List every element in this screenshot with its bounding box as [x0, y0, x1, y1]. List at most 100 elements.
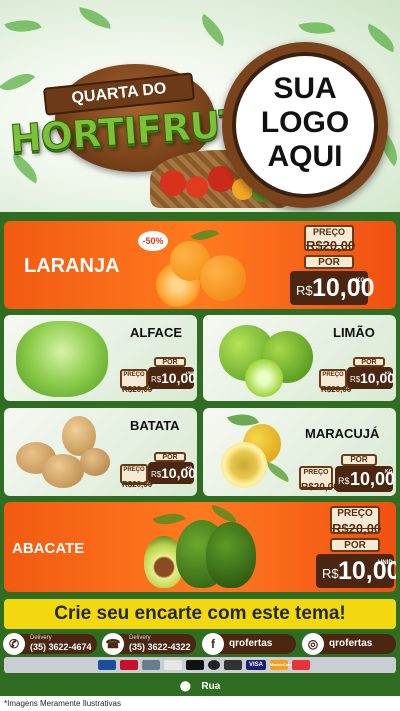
card-icon — [224, 660, 242, 670]
price-tag: R$ 10,00 KG — [347, 367, 395, 389]
currency: R$ — [322, 566, 339, 581]
product-name: LIMÃO — [333, 325, 375, 340]
leaf-decoration — [0, 64, 36, 100]
price-label: PREÇO — [337, 508, 373, 519]
whatsapp-contact[interactable]: ✆ Delivery (35) 3622-4674 — [3, 633, 97, 655]
whatsapp-icon: ✆ — [3, 633, 25, 655]
unit-label: KG — [356, 278, 365, 284]
delivery-label: Delivery — [129, 635, 151, 641]
por-label: POR — [304, 255, 354, 269]
old-price-tag: PREÇO R$20,00 — [299, 466, 339, 493]
product-card-alface[interactable]: ALFACE PREÇO R$20,00 POR R$ 10,00 UNID — [4, 315, 197, 401]
phone-number: (35) 3622-4322 — [129, 642, 191, 652]
price-label: PREÇO — [322, 372, 344, 378]
leaf-decoration — [76, 7, 114, 29]
leaf-decoration — [194, 13, 232, 47]
product-name: ABACATE — [12, 540, 85, 557]
old-price-tag: PREÇO R$20,00 — [120, 369, 152, 394]
delivery-label: Delivery — [30, 635, 52, 641]
apple-icon — [208, 166, 234, 192]
address: ⬤ Rua — [0, 676, 400, 694]
unit-label: UNID — [378, 560, 393, 566]
visa-icon: VISA — [246, 660, 266, 670]
phone-number: (35) 3622-4674 — [30, 642, 92, 652]
old-price: R$20,00 — [306, 238, 356, 253]
por-label: POR — [154, 452, 186, 462]
product-card-batata[interactable]: BATATA PREÇO R$20,00 POR R$ 10,00 KG — [4, 408, 197, 496]
logo-line-2: LOGO — [260, 106, 350, 139]
discount-badge: -50% — [138, 231, 168, 251]
price-tag: R$ 10,00 UNID — [148, 367, 196, 389]
unit-label: KG — [385, 370, 391, 375]
logo-line-3: AQUI — [267, 140, 343, 173]
product-card-laranja[interactable]: LARANJA -50% PREÇO R$20,00 POR R$ 10,00 … — [4, 221, 396, 309]
old-price: R$20,00 — [301, 482, 339, 493]
currency: R$ — [151, 375, 162, 384]
card-icon — [186, 660, 204, 670]
card-icon — [292, 660, 310, 670]
tomato-icon — [186, 176, 208, 198]
disclaimer: *Imagens Meramente Ilustrativas — [0, 696, 400, 711]
card-icon — [98, 660, 116, 670]
phone-icon: ☎ — [102, 633, 124, 655]
logo-line-1: SUA — [273, 72, 337, 105]
unit-label: UNID — [186, 370, 196, 375]
currency: R$ — [151, 470, 162, 479]
product-name: MARACUJÁ — [305, 426, 380, 441]
avocado-icon — [206, 522, 256, 588]
phone-contact[interactable]: ☎ Delivery (35) 3622-4322 — [102, 633, 196, 655]
old-price: R$20,00 — [332, 521, 382, 536]
por-label: POR — [353, 357, 385, 367]
potato-icon — [80, 448, 110, 476]
orange-icon — [200, 255, 246, 301]
product-name: ALFACE — [130, 325, 182, 340]
cta-banner[interactable]: Crie seu encarte com este tema! — [4, 599, 396, 629]
leaf-decoration — [4, 12, 42, 40]
unit-label: KG — [385, 469, 393, 475]
old-price-tag: PREÇO R$20,00 — [120, 464, 152, 489]
header-banner: QUARTA DO HORTIFRUTI SUA LOGO AQUI — [0, 0, 400, 212]
mastercard-icon: MasterCard — [270, 660, 292, 670]
leaf-icon — [263, 461, 293, 483]
address-text: Rua — [201, 681, 221, 692]
currency: R$ — [296, 283, 313, 298]
por-label: POR — [341, 454, 377, 466]
lettuce-icon — [16, 321, 108, 397]
product-card-abacate[interactable]: ABACATE PREÇO R$20,00 POR R$ 10,00 UNID — [4, 502, 396, 592]
passion-fruit-half-icon — [221, 442, 267, 488]
potato-icon — [42, 454, 84, 488]
product-name: LARANJA — [24, 255, 120, 277]
price-tag: R$ 10,00 UNID — [316, 554, 396, 588]
product-card-maracuja[interactable]: MARACUJÁ PREÇO R$20,00 POR R$ 10,00 KG — [203, 408, 396, 496]
por-label: POR — [330, 538, 380, 552]
price-tag: R$ 10,00 KG — [290, 271, 375, 305]
old-price-tag: PREÇO R$20,00 — [304, 225, 356, 253]
por-label: POR — [154, 357, 186, 367]
card-icon — [120, 660, 138, 670]
leaf-decoration — [298, 15, 336, 41]
currency: R$ — [338, 476, 350, 486]
price-tag: R$ 10,00 KG — [148, 462, 196, 484]
lime-slice-icon — [245, 359, 283, 397]
leaf-icon — [208, 504, 240, 524]
old-price-tag: PREÇO R$20,00 — [330, 506, 382, 536]
price-tag: R$ 10,00 KG — [335, 466, 395, 492]
product-card-limao[interactable]: LIMÃO PREÇO R$20,00 POR R$ 10,00 KG — [203, 315, 396, 401]
facebook-icon: f — [202, 633, 224, 655]
unit-label: KG — [186, 465, 192, 470]
price-value: 10,00 — [312, 274, 375, 302]
price-label: PREÇO — [123, 372, 145, 378]
payment-methods-bar: VISA MasterCard — [4, 657, 396, 673]
location-pin-icon: ⬤ — [179, 681, 191, 692]
old-price-tag: PREÇO R$20,00 — [319, 369, 351, 394]
card-icon — [208, 660, 220, 670]
leaf-decoration — [362, 23, 400, 53]
price-label: PREÇO — [312, 227, 345, 237]
facebook-contact[interactable]: f qrofertas — [202, 633, 296, 655]
tomato-icon — [160, 170, 186, 196]
leaf-icon — [152, 506, 186, 532]
instagram-handle: qrofertas — [329, 638, 373, 649]
instagram-contact[interactable]: ◎ qrofertas — [302, 633, 396, 655]
instagram-icon: ◎ — [302, 633, 324, 655]
price-label: PREÇO — [123, 467, 145, 473]
